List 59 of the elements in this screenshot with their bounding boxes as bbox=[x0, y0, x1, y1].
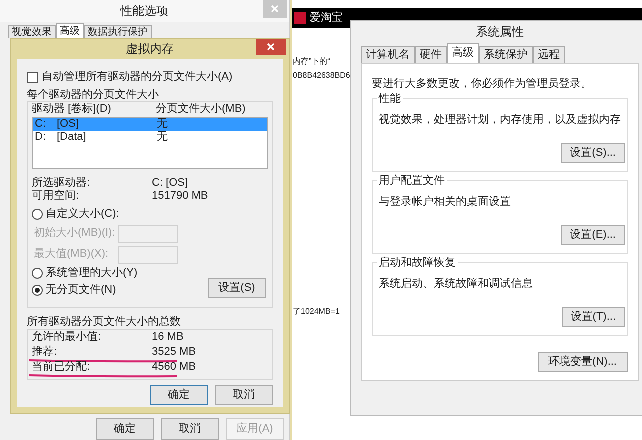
dialog-button[interactable]: 取消 bbox=[215, 385, 273, 405]
group-description: 视觉效果，处理器计划，内存使用，以及虚拟内存 bbox=[378, 112, 622, 128]
radio-button[interactable] bbox=[32, 268, 43, 279]
field-value: 151790 MB bbox=[152, 189, 208, 204]
field-value: C: [OS] bbox=[152, 176, 188, 191]
close-icon bbox=[267, 43, 275, 51]
radio-label: 无分页文件(N) bbox=[46, 282, 116, 298]
article-text: 0B8B42638BD6 bbox=[293, 70, 350, 82]
dialog-button[interactable]: 取消 bbox=[161, 418, 219, 440]
column-header: 驱动器 [卷标](D) bbox=[32, 102, 112, 118]
close-button[interactable] bbox=[256, 39, 286, 55]
dialog-button[interactable]: 确定 bbox=[96, 418, 154, 440]
site-logo-icon bbox=[294, 12, 306, 24]
tab[interactable]: 系统保护 bbox=[479, 46, 533, 63]
radio-button[interactable] bbox=[32, 285, 43, 296]
field-value: 3525 MB bbox=[152, 345, 196, 360]
tab[interactable]: 高级 bbox=[447, 43, 479, 63]
environment-variables-button[interactable]: 环境变量(N)... bbox=[538, 352, 628, 372]
tab[interactable]: 硬件 bbox=[415, 46, 447, 63]
column-header: 分页文件大小(MB) bbox=[156, 102, 246, 118]
group-description: 系统启动、系统故障和调试信息 bbox=[378, 276, 534, 292]
field-value: 4560 MB bbox=[152, 360, 196, 376]
group-title: 每个驱动器的分页文件大小 bbox=[27, 88, 160, 101]
field-label: 最大值(MB)(X): bbox=[33, 247, 110, 262]
checkbox[interactable] bbox=[27, 72, 38, 82]
settings-button[interactable]: 设置(S) bbox=[208, 278, 266, 298]
tab[interactable]: 视觉效果 bbox=[8, 25, 56, 38]
notice-text: 要进行大多数更改，你必须作为管理员登录。 bbox=[372, 76, 593, 90]
radio-button[interactable] bbox=[32, 209, 43, 220]
tab[interactable]: 远程 bbox=[533, 46, 565, 63]
checkbox-label: 自动管理所有驱动器的分页文件大小(A) bbox=[42, 70, 233, 85]
article-text: 内存”下的“ bbox=[293, 56, 330, 68]
radio-label: 系统管理的大小(Y) bbox=[46, 266, 138, 282]
drive-list[interactable]: C: [OS] 无 D: [Data] 无 bbox=[32, 117, 268, 169]
field-value: 16 MB bbox=[152, 330, 184, 346]
settings-button[interactable]: 设置(E)... bbox=[561, 225, 625, 245]
window-title: 系统属性 bbox=[476, 24, 524, 41]
field-label: 允许的最小值: bbox=[32, 330, 102, 346]
drive-row[interactable]: D: [Data] 无 bbox=[33, 131, 267, 144]
field-label: 所选驱动器: bbox=[32, 176, 92, 190]
site-name: 爱淘宝 bbox=[310, 10, 343, 26]
field-label: 推荐: bbox=[32, 344, 58, 360]
tab[interactable]: 数据执行保护 bbox=[84, 25, 152, 38]
field-label: 初始大小(MB)(I): bbox=[33, 226, 116, 242]
dialog-button[interactable]: 确定 bbox=[150, 385, 208, 405]
group-description: 与登录帐户相关的桌面设置 bbox=[378, 194, 512, 210]
settings-button[interactable]: 设置(T)... bbox=[562, 307, 625, 327]
radio-label: 自定义大小(C): bbox=[46, 206, 120, 222]
window-title: 性能选项 bbox=[120, 3, 168, 20]
tab[interactable]: 计算机名 bbox=[361, 46, 415, 63]
settings-button[interactable]: 设置(S)... bbox=[561, 143, 625, 163]
field-label: 可用空间: bbox=[32, 188, 80, 204]
dialog-title: 虚拟内存 bbox=[126, 41, 174, 58]
field-label: 当前已分配: bbox=[32, 360, 92, 376]
group-title: 所有驱动器分页文件大小的总数 bbox=[27, 314, 182, 329]
close-icon bbox=[271, 5, 279, 13]
article-text: 了1024MB=1 bbox=[293, 306, 340, 318]
drive-row[interactable]: C: [OS] 无 bbox=[33, 118, 267, 131]
tab[interactable]: 高级 bbox=[56, 23, 84, 38]
